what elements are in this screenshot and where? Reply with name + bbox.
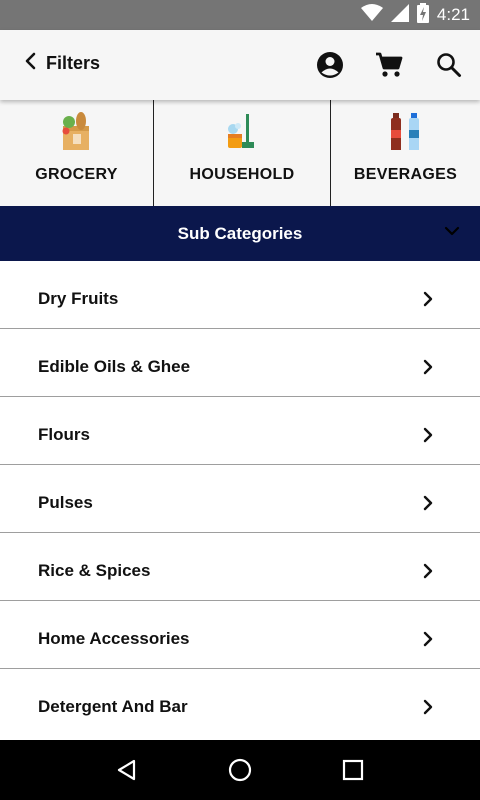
home-circle-icon[interactable] [220, 750, 260, 790]
list-item-label: Edible Oils & Ghee [38, 357, 191, 376]
back-triangle-icon[interactable] [107, 750, 147, 790]
signal-icon [390, 3, 409, 27]
list-item[interactable]: Home Accessories [0, 601, 480, 669]
list-item-label: Home Accessories [38, 629, 190, 648]
system-nav-bar [0, 740, 480, 800]
chevron-down-icon[interactable] [444, 224, 460, 242]
list-item-label: Dry Fruits [38, 289, 119, 308]
chevron-right-icon [422, 291, 434, 312]
list-item[interactable]: Dry Fruits [0, 261, 480, 329]
page-title: Filters [46, 53, 101, 73]
chevron-right-icon [422, 699, 434, 720]
status-time: 4:21 [436, 5, 470, 24]
chevron-right-icon [422, 563, 434, 584]
list-item-label: Flours [38, 425, 90, 444]
chevron-right-icon [422, 427, 434, 448]
chevron-right-icon [422, 495, 434, 516]
status-bar: 4:21 [0, 0, 480, 30]
subcategory-list: Dry Fruits Edible Oils & Ghee Flours Pul… [0, 261, 480, 737]
category-label: GROCERY [35, 166, 118, 183]
category-label: BEVERAGES [353, 166, 458, 183]
grocery-bag-icon [55, 110, 99, 154]
back-button[interactable]: Filters [24, 52, 100, 75]
list-item-label: Detergent And Bar [38, 697, 188, 716]
category-grocery[interactable]: GROCERY [0, 100, 153, 206]
category-beverages[interactable]: BEVERAGES [330, 100, 480, 206]
category-label: HOUSEHOLD [189, 166, 295, 183]
subcategories-header[interactable]: Sub Categories [0, 206, 480, 261]
category-row: GROCERY HOUSEHOLD BEVERAGES [0, 100, 480, 206]
category-household[interactable]: HOUSEHOLD [153, 100, 330, 206]
list-item[interactable]: Rice & Spices [0, 533, 480, 601]
list-item[interactable]: Detergent And Bar [0, 669, 480, 737]
list-item-label: Rice & Spices [38, 561, 151, 580]
app-bar: Filters [0, 30, 480, 100]
chevron-right-icon [422, 359, 434, 380]
chevron-right-icon [422, 631, 434, 652]
cart-icon[interactable] [374, 50, 404, 80]
status-icons: 4:21 [360, 0, 470, 30]
beverages-bottles-icon [384, 110, 428, 154]
list-item-label: Pulses [38, 493, 93, 512]
list-item[interactable]: Flours [0, 397, 480, 465]
wifi-icon [360, 3, 383, 27]
account-circle-icon[interactable] [315, 50, 345, 80]
household-cleaning-icon [220, 110, 264, 154]
battery-charging-icon [416, 2, 429, 28]
chevron-left-icon [24, 52, 38, 75]
list-item[interactable]: Pulses [0, 465, 480, 533]
list-item[interactable]: Edible Oils & Ghee [0, 329, 480, 397]
recents-square-icon[interactable] [333, 750, 373, 790]
search-icon[interactable] [434, 50, 464, 80]
subcategories-title: Sub Categories [177, 223, 303, 243]
